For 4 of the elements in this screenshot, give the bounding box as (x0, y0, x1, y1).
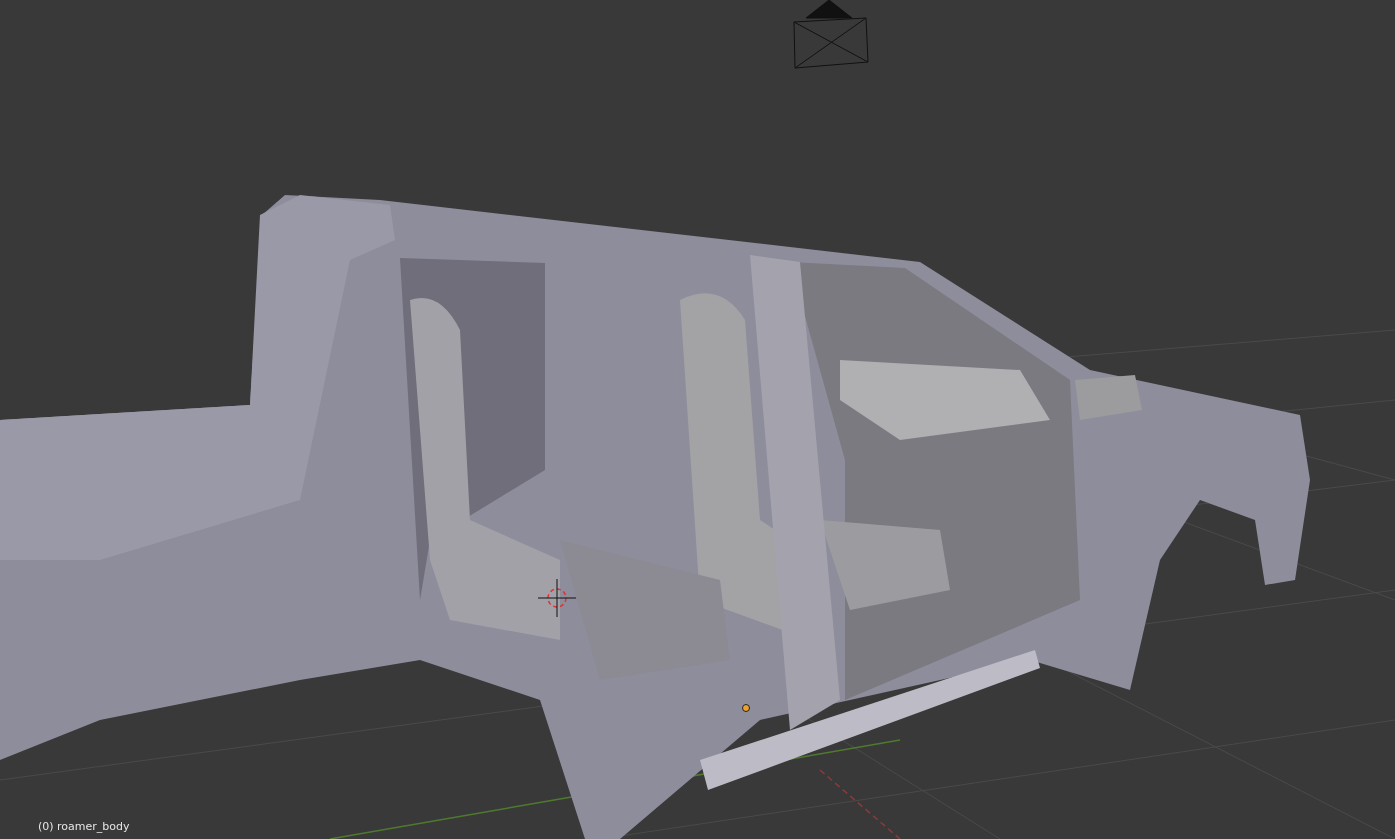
origin-dot-icon (742, 704, 750, 712)
object-label: (0) roamer_body (38, 819, 130, 835)
3d-cursor-icon (537, 578, 577, 618)
camera-icon (793, 0, 869, 69)
